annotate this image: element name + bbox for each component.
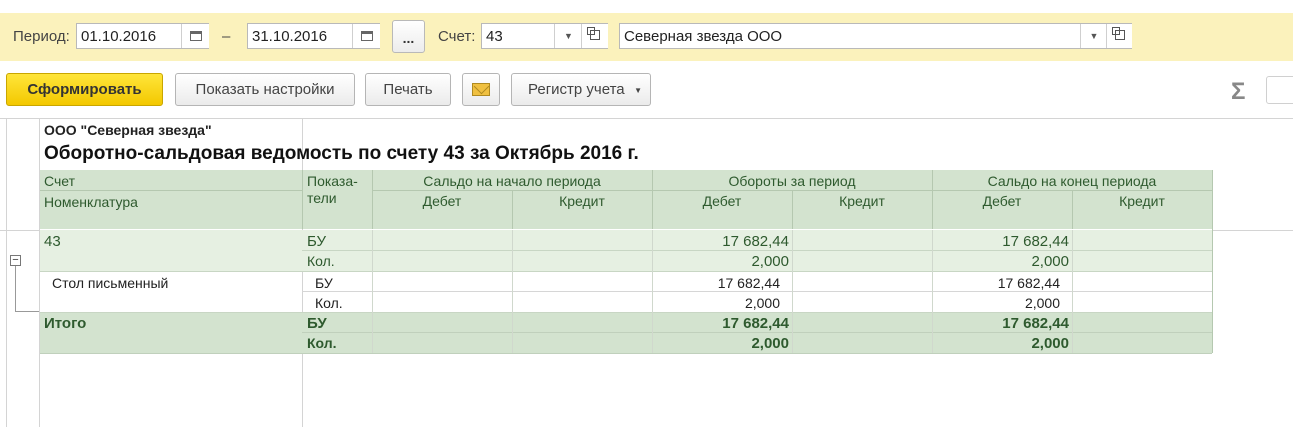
turnover-debit-cell: 2,000 [751,253,789,270]
header-nomenclature: Номенклатура [44,194,138,210]
account-cell: 43 [44,233,61,250]
grid-group-line [39,118,40,427]
print-button[interactable]: Печать [365,73,451,106]
accounting-register-label: Регистр учета [528,81,625,98]
sum-icon[interactable]: Σ [1231,78,1245,106]
row-line [40,312,1212,313]
item-name-cell: Стол письменный [52,275,169,291]
date-from-value: 01.10.2016 [81,28,157,45]
indicator-cell: БУ [307,315,327,332]
header-credit: Кредит [839,193,885,209]
turnover-debit-cell: 2,000 [751,335,789,352]
row-line [40,353,1212,354]
turnover-debit-cell: 2,000 [744,295,780,311]
row-line [302,291,1212,292]
filter-bar: Период: 01.10.2016 – 31.10.2016 ... Счет… [0,13,1293,61]
grid-left-line [6,118,7,427]
open-icon [587,27,600,40]
show-settings-button[interactable]: Показать настройки [175,73,355,106]
total-label: Итого [44,315,87,332]
calendar-icon [360,31,373,41]
col-line [512,230,513,353]
header-account: Счет [44,173,75,189]
header-turnover: Обороты за период [728,173,856,189]
header-indicators-cont: тели [307,190,337,206]
envelope-icon [472,83,490,96]
collapse-toggle-icon[interactable]: − [10,255,21,266]
generate-button[interactable]: Сформировать [6,73,163,106]
date-from-field[interactable]: 01.10.2016 [76,23,209,49]
col-line [372,230,373,353]
header-indicators: Показа- [307,173,358,189]
end-debit-cell: 17 682,44 [1002,315,1069,332]
accounting-register-button[interactable]: Регистр учета ▼ [511,73,651,106]
period-dash: – [222,28,231,45]
header-debit: Дебет [982,193,1022,209]
tree-line [15,311,39,312]
header-debit: Дебет [422,193,462,209]
end-debit-cell: 2,000 [1031,253,1069,270]
turnover-debit-cell: 17 682,44 [722,233,789,250]
calendar-button-from[interactable] [181,24,209,48]
indicator-cell: БУ [315,275,333,291]
col-line [1072,230,1073,353]
chevron-down-icon: ▼ [634,86,642,95]
period-select-button[interactable]: ... [392,20,425,53]
account-dropdown-button[interactable]: ▼ [554,24,582,48]
organization-field[interactable]: Северная звезда ООО ▼ [619,23,1132,49]
header-divider [372,190,1212,191]
header-divider [40,190,302,191]
tree-line [15,266,16,311]
send-email-button[interactable] [462,73,500,106]
organization-open-button[interactable] [1106,24,1132,48]
header-divider [1212,170,1213,353]
period-label: Период: [13,28,70,45]
report-organization: ООО "Северная звезда" [44,122,212,138]
header-balance-start: Сальдо на начало периода [423,173,601,189]
end-debit-cell: 2,000 [1031,335,1069,352]
grid-top-line [0,118,1293,119]
date-to-value: 31.10.2016 [252,28,328,45]
account-field[interactable]: 43 ▼ [481,23,608,49]
calendar-icon [189,31,202,41]
account-open-button[interactable] [581,24,608,48]
indicator-cell: Кол. [307,253,335,269]
header-balance-end: Сальдо на конец периода [987,173,1157,189]
calendar-button-to[interactable] [352,24,380,48]
report-title: Оборотно-сальдовая ведомость по счету 43… [44,143,639,164]
end-debit-cell: 17 682,44 [997,275,1060,291]
account-label: Счет: [438,28,476,45]
header-credit: Кредит [1119,193,1165,209]
report-spreadsheet[interactable]: ООО "Северная звезда" Оборотно-сальдовая… [0,118,1293,427]
chevron-down-icon: ▼ [1089,31,1099,41]
turnover-debit-cell: 17 682,44 [722,315,789,332]
row-line [40,271,1212,272]
header-debit: Дебет [702,193,742,209]
organization-value: Северная звезда ООО [624,28,783,45]
indicator-cell: Кол. [315,295,343,311]
header-credit: Кредит [559,193,605,209]
indicator-cell: БУ [307,233,327,250]
date-to-field[interactable]: 31.10.2016 [247,23,380,49]
sum-value-field[interactable] [1266,76,1293,104]
turnover-debit-cell: 17 682,44 [717,275,780,291]
row-line [302,332,1212,333]
organization-dropdown-button[interactable]: ▼ [1080,24,1107,48]
row-line [302,250,1212,251]
end-debit-cell: 2,000 [1024,295,1060,311]
header-divider [302,170,303,229]
open-icon [1111,27,1125,40]
chevron-down-icon: ▼ [564,31,573,41]
account-value: 43 [486,28,503,45]
col-line [792,230,793,353]
indicator-cell: Кол. [307,335,337,351]
end-debit-cell: 17 682,44 [1002,233,1069,250]
